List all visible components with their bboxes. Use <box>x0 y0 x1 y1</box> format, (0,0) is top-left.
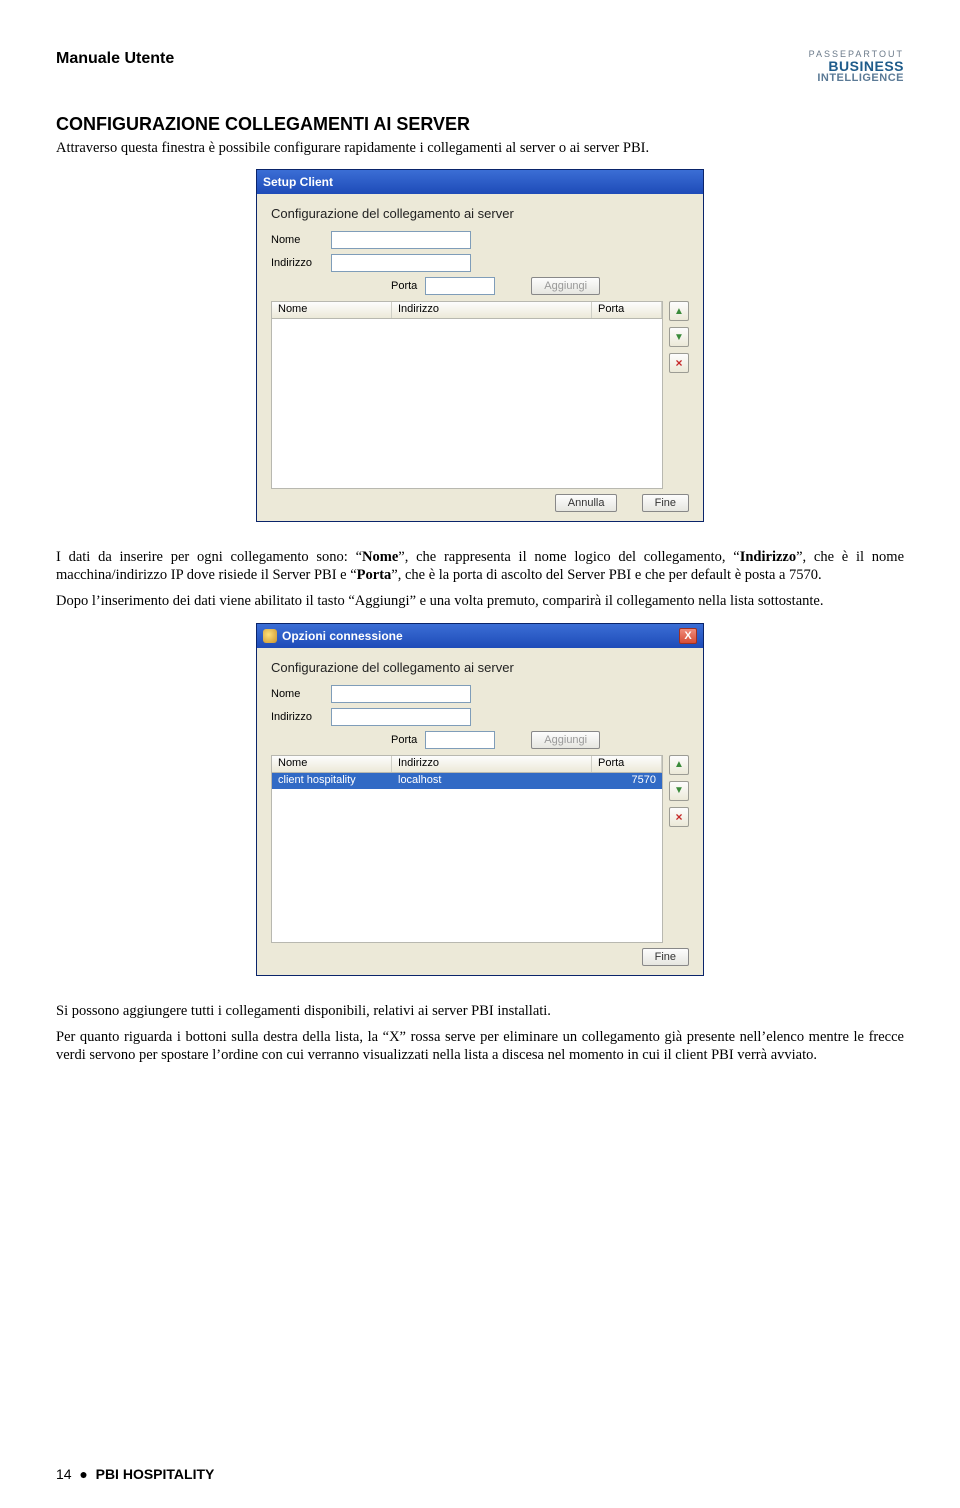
paragraph-4: Si possono aggiungere tutti i collegamen… <box>56 1002 904 1020</box>
col-nome: Nome <box>272 756 392 772</box>
section-heading: CONFIGURAZIONE COLLEGAMENTI AI SERVER <box>56 114 904 135</box>
close-button[interactable]: X <box>679 628 697 644</box>
close-icon: X <box>684 630 691 642</box>
delete-button[interactable]: × <box>669 353 689 373</box>
col-nome: Nome <box>272 302 392 318</box>
term-porta: Porta <box>357 567 392 583</box>
arrow-down-icon: ▼ <box>674 785 684 796</box>
setup-client-dialog: Setup Client Configurazione del collegam… <box>256 169 704 522</box>
input-porta[interactable] <box>425 277 495 295</box>
move-up-button[interactable]: ▲ <box>669 755 689 775</box>
paragraph-3: Dopo l’inserimento dei dati viene abilit… <box>56 592 904 610</box>
label-nome: Nome <box>271 234 331 246</box>
fine-button[interactable]: Fine <box>642 494 689 512</box>
dialog-title: Setup Client <box>263 175 333 189</box>
dialog-titlebar: Setup Client <box>257 170 703 194</box>
term-indirizzo: Indirizzo <box>740 549 796 565</box>
col-porta: Porta <box>592 756 662 772</box>
group-title: Configurazione del collegamento ai serve… <box>271 206 689 221</box>
col-indirizzo: Indirizzo <box>392 756 592 772</box>
product-name: PBI HOSPITALITY <box>96 1466 215 1482</box>
list-header: Nome Indirizzo Porta <box>271 301 663 319</box>
cell-nome: client hospitality <box>272 773 392 789</box>
arrow-up-icon: ▲ <box>674 759 684 770</box>
connections-list[interactable]: client hospitality localhost 7570 <box>271 773 663 943</box>
aggiungi-button[interactable]: Aggiungi <box>531 277 600 295</box>
term-nome: Nome <box>362 549 398 565</box>
label-indirizzo: Indirizzo <box>271 711 331 723</box>
move-down-button[interactable]: ▼ <box>669 781 689 801</box>
logo-line3: INTELLIGENCE <box>809 73 904 84</box>
input-nome[interactable] <box>331 685 471 703</box>
text: ”, che è la porta di ascolto del Server … <box>391 567 821 583</box>
cell-indirizzo: localhost <box>392 773 598 789</box>
page-footer: 14 ● PBI HOSPITALITY <box>56 1466 214 1482</box>
input-indirizzo[interactable] <box>331 708 471 726</box>
label-porta: Porta <box>391 734 417 746</box>
move-down-button[interactable]: ▼ <box>669 327 689 347</box>
paragraph-5: Per quanto riguarda i bottoni sulla dest… <box>56 1028 904 1064</box>
annulla-button[interactable]: Annulla <box>555 494 618 512</box>
settings-icon <box>263 629 277 643</box>
label-porta: Porta <box>391 280 417 292</box>
intro-paragraph: Attraverso questa finestra è possibile c… <box>56 139 904 157</box>
page-number: 14 <box>56 1466 72 1482</box>
label-nome: Nome <box>271 688 331 700</box>
dialog-titlebar: Opzioni connessione X <box>257 624 703 648</box>
col-indirizzo: Indirizzo <box>392 302 592 318</box>
input-nome[interactable] <box>331 231 471 249</box>
group-title: Configurazione del collegamento ai serve… <box>271 660 689 675</box>
opzioni-connessione-dialog: Opzioni connessione X Configurazione del… <box>256 623 704 976</box>
paragraph-2: I dati da inserire per ogni collegamento… <box>56 548 904 584</box>
arrow-down-icon: ▼ <box>674 332 684 343</box>
bullet-icon: ● <box>79 1466 87 1482</box>
x-icon: × <box>675 356 682 370</box>
x-icon: × <box>675 810 682 824</box>
aggiungi-button[interactable]: Aggiungi <box>531 731 600 749</box>
dialog-title: Opzioni connessione <box>282 629 403 643</box>
doc-title: Manuale Utente <box>56 50 174 68</box>
connections-list[interactable] <box>271 319 663 489</box>
label-indirizzo: Indirizzo <box>271 257 331 269</box>
list-item[interactable]: client hospitality localhost 7570 <box>272 773 662 789</box>
text: I dati da inserire per ogni collegamento… <box>56 549 362 565</box>
input-indirizzo[interactable] <box>331 254 471 272</box>
text: ”, che rappresenta il nome logico del co… <box>398 549 739 565</box>
cell-porta: 7570 <box>598 773 662 789</box>
arrow-up-icon: ▲ <box>674 306 684 317</box>
logo-line2: BUSINESS <box>809 59 904 73</box>
input-porta[interactable] <box>425 731 495 749</box>
list-header: Nome Indirizzo Porta <box>271 755 663 773</box>
fine-button[interactable]: Fine <box>642 948 689 966</box>
col-porta: Porta <box>592 302 662 318</box>
brand-logo: PASSEPARTOUT BUSINESS INTELLIGENCE <box>809 50 904 84</box>
delete-button[interactable]: × <box>669 807 689 827</box>
move-up-button[interactable]: ▲ <box>669 301 689 321</box>
